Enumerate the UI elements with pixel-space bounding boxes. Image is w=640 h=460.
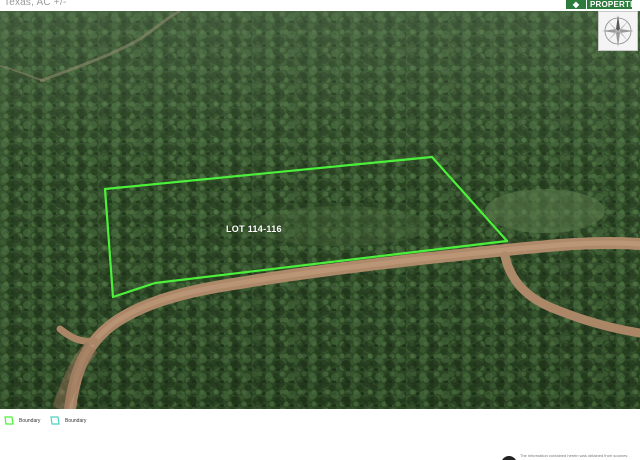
legend-label: Boundary bbox=[19, 417, 41, 424]
legend-item: Boundary bbox=[50, 416, 86, 425]
disclaimer-text: The information contained herein was obt… bbox=[520, 453, 628, 458]
header-bar: Texas, AC +/- ◆ PROPERTIES bbox=[0, 0, 640, 11]
footer: The information contained herein was obt… bbox=[0, 439, 640, 460]
boundary-swatch-icon bbox=[50, 416, 60, 425]
aerial-map[interactable]: LOT 114-116 bbox=[0, 11, 640, 409]
footer-logo-icon bbox=[501, 456, 517, 460]
lot-label: LOT 114-116 bbox=[226, 224, 282, 234]
boundary-swatch-icon bbox=[4, 416, 14, 425]
atmospheric-haze bbox=[0, 11, 640, 409]
brand-name: PROPERTIES bbox=[586, 0, 640, 9]
legend-label: Boundary bbox=[65, 417, 87, 424]
legend-item: Boundary bbox=[4, 416, 40, 425]
compass-rose bbox=[598, 11, 638, 51]
brand-mark: ◆ bbox=[566, 0, 586, 9]
property-location: Texas, AC +/- bbox=[4, 0, 67, 8]
map-legend: Boundary Boundary bbox=[0, 409, 640, 439]
compass-icon bbox=[602, 15, 634, 47]
brand-logo: ◆ PROPERTIES bbox=[566, 0, 640, 9]
